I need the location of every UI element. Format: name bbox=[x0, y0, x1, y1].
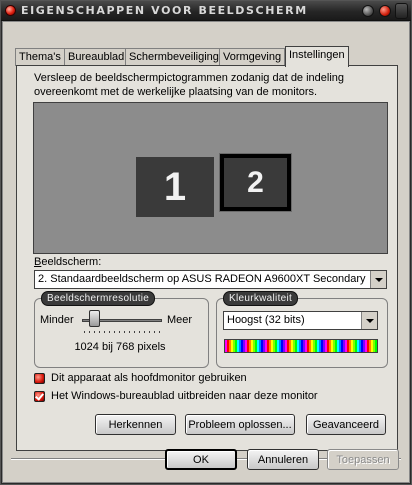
monitor-arrangement-area[interactable]: 1 2 bbox=[33, 102, 388, 254]
close-icon[interactable] bbox=[379, 5, 391, 17]
extend-desktop-checkbox-row[interactable]: Het Windows-bureaublad uitbreiden naar d… bbox=[34, 390, 318, 402]
resolution-slider-ticks bbox=[84, 331, 164, 333]
dialog-client-area: Thema's Bureaublad Schermbeveiliging Vor… bbox=[2, 21, 410, 483]
resolution-min-label: Minder bbox=[40, 314, 74, 326]
primary-monitor-checkbox-row[interactable]: Dit apparaat als hoofdmonitor gebruiken bbox=[34, 372, 247, 384]
resolution-value: 1024 bij 768 pixels bbox=[74, 341, 166, 353]
color-spectrum-preview bbox=[224, 339, 378, 353]
extend-desktop-label[interactable]: Het Windows-bureaublad uitbreiden naar d… bbox=[51, 390, 318, 402]
display-label: Beeldscherm: bbox=[34, 256, 102, 268]
color-quality-select[interactable]: Hoogst (32 bits) bbox=[223, 311, 378, 330]
tab-desktop[interactable]: Bureaublad bbox=[64, 48, 129, 66]
primary-monitor-checkbox[interactable] bbox=[34, 372, 45, 384]
display-select[interactable]: 2. Standaardbeeldscherm op ASUS RADEON A… bbox=[34, 270, 387, 289]
window-title: Eigenschappen voor beeldscherm bbox=[21, 4, 308, 17]
title-bar-endcap bbox=[395, 3, 408, 19]
resolution-group: Beeldschermresolutie Minder Meer 1024 bi… bbox=[34, 291, 209, 368]
resolution-slider-thumb[interactable] bbox=[89, 310, 100, 327]
apply-button[interactable]: Toepassen bbox=[327, 449, 399, 470]
tab-screensaver[interactable]: Schermbeveiliging bbox=[125, 48, 223, 66]
tab-settings[interactable]: Instellingen bbox=[285, 46, 349, 67]
ok-button[interactable]: OK bbox=[165, 449, 237, 470]
window-menu-icon[interactable] bbox=[5, 5, 16, 16]
cancel-button[interactable]: Annuleren bbox=[247, 449, 319, 470]
title-bar[interactable]: Eigenschappen voor beeldscherm bbox=[1, 1, 411, 21]
identify-button[interactable]: Herkennen bbox=[95, 414, 176, 435]
color-quality-group: Kleurkwaliteit Hoogst (32 bits) bbox=[216, 291, 388, 368]
troubleshoot-button[interactable]: Probleem oplossen... bbox=[185, 414, 295, 435]
extend-desktop-checkbox[interactable] bbox=[34, 390, 45, 402]
resolution-max-label: Meer bbox=[167, 314, 193, 326]
help-icon[interactable] bbox=[362, 5, 374, 17]
primary-monitor-label[interactable]: Dit apparaat als hoofdmonitor gebruiken bbox=[51, 372, 247, 384]
instructions-text: Versleep de beeldschermpictogrammen zoda… bbox=[34, 72, 345, 98]
resolution-group-label: Beeldschermresolutie bbox=[41, 291, 156, 306]
display-select-value: 2. Standaardbeeldscherm op ASUS RADEON A… bbox=[38, 273, 366, 285]
display-label-text: eeldscherm: bbox=[41, 256, 102, 268]
monitor-2[interactable]: 2 bbox=[219, 153, 292, 212]
settings-panel: Versleep de beeldschermpictogrammen zoda… bbox=[16, 65, 398, 451]
tab-appearance[interactable]: Vormgeving bbox=[219, 48, 286, 66]
display-properties-window: Eigenschappen voor beeldscherm Thema's B… bbox=[0, 0, 412, 485]
chevron-down-icon[interactable] bbox=[361, 312, 377, 329]
chevron-down-icon[interactable] bbox=[370, 271, 386, 288]
tab-themes[interactable]: Thema's bbox=[15, 48, 65, 66]
advanced-button[interactable]: Geavanceerd bbox=[306, 414, 386, 435]
color-quality-value: Hoogst (32 bits) bbox=[227, 314, 305, 326]
monitor-1[interactable]: 1 bbox=[136, 157, 214, 217]
color-quality-group-label: Kleurkwaliteit bbox=[223, 291, 299, 306]
